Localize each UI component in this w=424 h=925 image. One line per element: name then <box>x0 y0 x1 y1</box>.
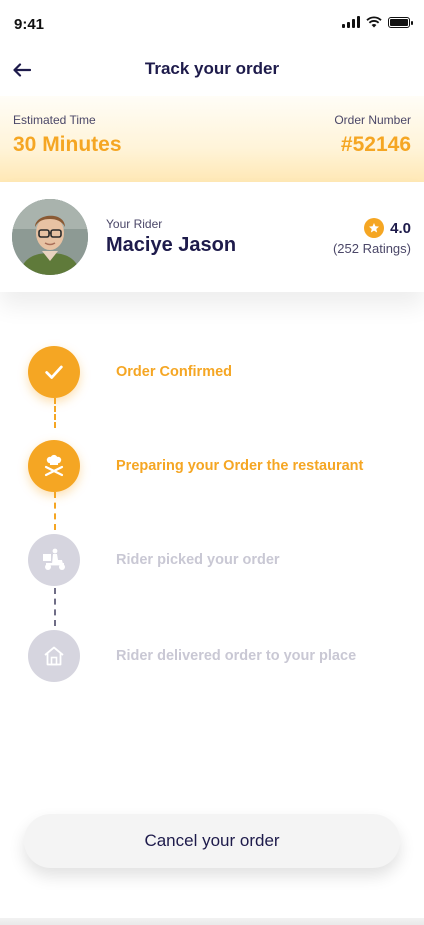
status-icons <box>342 16 413 28</box>
estimated-time-value: 30 Minutes <box>13 133 122 156</box>
step-connector <box>54 492 56 530</box>
delivery-scooter-icon <box>28 534 80 586</box>
check-icon <box>28 346 80 398</box>
order-number-label: Order Number <box>334 113 411 127</box>
step-label: Preparing your Order the restaurant <box>116 458 364 474</box>
order-number-block: Order Number #52146 <box>334 113 411 157</box>
status-bar: 9:41 <box>0 0 424 44</box>
wifi-icon <box>366 16 382 28</box>
step-label: Rider picked your order <box>116 552 280 568</box>
step-connector <box>54 588 56 626</box>
status-time: 9:41 <box>14 16 45 33</box>
step-rider-picked: Rider picked your order <box>0 534 424 588</box>
step-label: Order Confirmed <box>116 364 233 380</box>
step-connector <box>54 398 56 428</box>
step-order-confirmed: Order Confirmed <box>0 346 424 400</box>
step-rider-delivered: Rider delivered order to your place <box>0 630 424 684</box>
home-icon <box>28 630 80 682</box>
rating-count: (252 Ratings) <box>332 241 411 256</box>
estimate-banner: Estimated Time 30 Minutes Order Number #… <box>0 96 424 182</box>
rider-label: Your Rider <box>106 217 163 231</box>
cellular-signal-icon <box>342 16 360 28</box>
bottom-divider <box>0 918 424 925</box>
rider-rating: 4.0 <box>364 218 411 238</box>
estimated-time-label: Estimated Time <box>13 113 96 127</box>
rider-card: Your Rider Maciye Jason 4.0 (252 Ratings… <box>0 182 424 292</box>
battery-icon <box>388 16 413 28</box>
header: Track your order <box>0 48 424 92</box>
rider-avatar[interactable] <box>12 199 88 275</box>
rider-name: Maciye Jason <box>106 234 237 256</box>
step-preparing-order: Preparing your Order the restaurant <box>0 440 424 494</box>
page-title: Track your order <box>144 59 280 78</box>
cancel-order-button[interactable]: Cancel your order <box>24 814 400 868</box>
order-number-value: #52146 <box>340 133 411 156</box>
chef-icon <box>28 440 80 492</box>
step-label: Rider delivered order to your place <box>116 648 357 664</box>
rating-value: 4.0 <box>390 219 411 237</box>
rider-avatar-image <box>12 199 88 275</box>
star-icon <box>364 218 385 238</box>
estimated-time-block: Estimated Time 30 Minutes <box>13 113 122 157</box>
